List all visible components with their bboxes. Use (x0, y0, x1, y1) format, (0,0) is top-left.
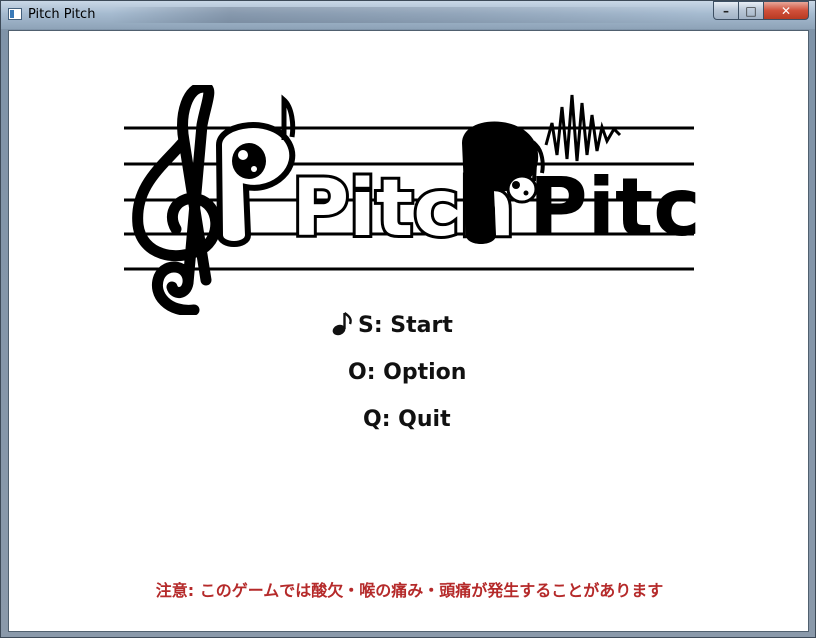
music-note-icon (332, 312, 352, 336)
game-canvas: Pitch Pitch S: Start O: Option Q: Quit 注… (8, 30, 809, 632)
pitch-pitch-logo: Pitch Pitch (124, 85, 704, 315)
maximize-button[interactable]: □ (738, 1, 764, 20)
minimize-button[interactable]: – (713, 1, 739, 20)
menu-item-start[interactable]: S: Start (358, 313, 453, 338)
menu-item-quit[interactable]: Q: Quit (363, 407, 451, 432)
app-window-icon[interactable] (8, 8, 22, 20)
svg-text:Pitch: Pitch (529, 161, 704, 254)
window-title: Pitch Pitch (28, 7, 96, 22)
menu-item-option[interactable]: O: Option (348, 360, 466, 385)
title-bar[interactable]: Pitch Pitch – □ ✕ (1, 1, 815, 29)
close-button[interactable]: ✕ (763, 1, 809, 20)
health-warning-notice: 注意: このゲームでは酸欠・喉の痛み・頭痛が発生することがあります (155, 581, 664, 600)
title-bar-reflection (111, 7, 701, 23)
window-controls: – □ ✕ (713, 1, 809, 21)
game-window: Pitch Pitch – □ ✕ Pitch Pitc S: Start O:… (0, 0, 816, 638)
